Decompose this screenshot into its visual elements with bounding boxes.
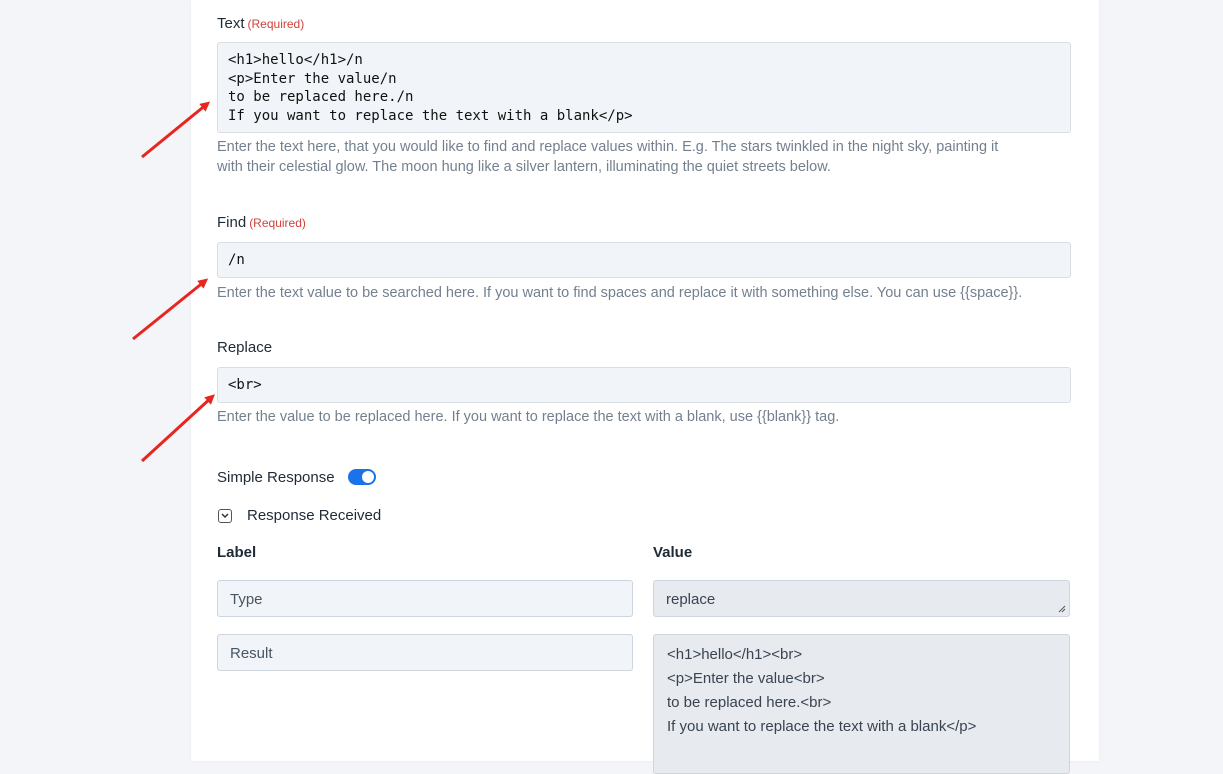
text-help: Enter the text here, that you would like… xyxy=(217,139,999,175)
text-label: Text xyxy=(217,15,245,32)
text-field-label: Text (Required) xyxy=(217,15,304,32)
simple-response-toggle[interactable] xyxy=(348,469,376,485)
find-help: Enter the text value to be searched here… xyxy=(217,285,1023,301)
row-value-result[interactable]: <h1>hello</h1><br> <p>Enter the value<br… xyxy=(653,634,1070,774)
required-tag: (Required) xyxy=(249,216,306,230)
row-label-type[interactable]: Type xyxy=(217,580,633,617)
row-value-type-text: replace xyxy=(666,591,716,608)
response-received-label: Response Received xyxy=(247,507,382,524)
resize-grip-icon[interactable] xyxy=(1058,605,1066,613)
row-label-result[interactable]: Result xyxy=(217,634,633,671)
simple-response-label: Simple Response xyxy=(217,469,335,486)
label-column-header: Label xyxy=(217,544,257,561)
replace-help: Enter the value to be replaced here. If … xyxy=(217,409,840,425)
find-field-label: Find (Required) xyxy=(217,214,306,231)
chevron-down-icon xyxy=(221,513,229,519)
replace-input[interactable]: <br> xyxy=(217,367,1071,403)
required-tag: (Required) xyxy=(247,17,305,31)
value-column-header: Value xyxy=(653,544,693,561)
find-input[interactable]: /n xyxy=(217,242,1071,278)
toggle-knob xyxy=(362,471,374,483)
text-input[interactable]: <h1>hello</h1>/n <p>Enter the value/n to… xyxy=(217,42,1071,133)
find-label: Find xyxy=(217,214,247,231)
row-value-type[interactable]: replace xyxy=(653,580,1070,617)
replace-field-label: Replace xyxy=(217,339,273,356)
response-received-toggle[interactable] xyxy=(218,509,232,523)
